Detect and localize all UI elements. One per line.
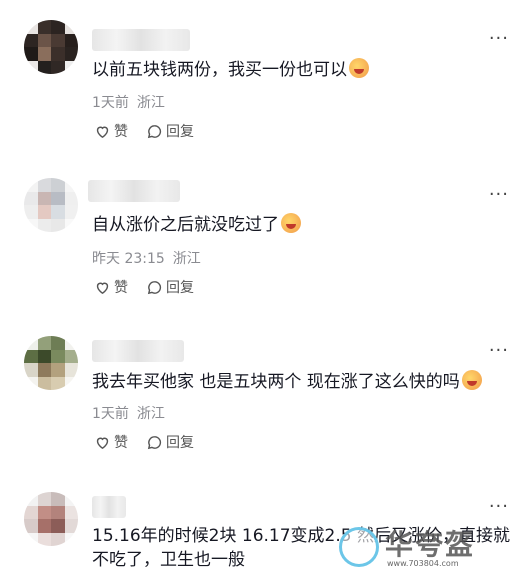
- more-options-icon[interactable]: ···: [489, 342, 509, 360]
- comment-meta: 昨天 23:15 浙江: [92, 248, 209, 268]
- avatar[interactable]: [24, 492, 78, 546]
- comment-text: 自从涨价之后就没吃过了: [92, 213, 422, 237]
- like-label: 赞: [114, 124, 128, 140]
- speech-bubble-icon: [147, 124, 162, 138]
- comment-text: 我去年买他家 也是五块两个 现在涨了这么快的吗: [92, 370, 512, 394]
- comment-location: 浙江: [136, 95, 165, 111]
- heart-icon: [96, 437, 109, 449]
- like-button[interactable]: 赞: [94, 277, 128, 297]
- like-label: 赞: [114, 280, 128, 296]
- avatar[interactable]: [24, 336, 78, 390]
- comment-meta: 1天前 浙江: [92, 403, 173, 423]
- more-options-icon[interactable]: ···: [489, 498, 509, 516]
- reply-label: 回复: [166, 280, 194, 296]
- sobbing-face-emoji-icon: [461, 370, 482, 390]
- more-options-icon[interactable]: ···: [489, 30, 509, 48]
- crying-laughing-emoji-icon: [349, 58, 369, 78]
- more-options-icon[interactable]: ···: [489, 186, 509, 204]
- comment-location: 浙江: [172, 251, 201, 267]
- comment-location: 浙江: [136, 406, 165, 422]
- comment-meta: 1天前 浙江: [92, 92, 173, 112]
- watermark-url: www.703804.com: [387, 559, 459, 568]
- username-blurred[interactable]: [92, 29, 190, 51]
- heart-icon: [96, 282, 109, 294]
- reply-button[interactable]: 回复: [146, 432, 194, 452]
- comment-actions: 赞 回复: [94, 277, 194, 297]
- site-watermark: 华夸盔 www.703804.com: [339, 523, 509, 575]
- username-blurred[interactable]: [92, 496, 126, 518]
- reply-label: 回复: [166, 124, 194, 140]
- comment-text: 以前五块钱两份，我买一份也可以: [92, 58, 422, 82]
- comment-actions: 赞 回复: [94, 432, 194, 452]
- like-label: 赞: [114, 435, 128, 451]
- comment-time: 1天前: [92, 406, 129, 422]
- reply-button[interactable]: 回复: [146, 277, 194, 297]
- username-blurred[interactable]: [92, 340, 184, 362]
- like-button[interactable]: 赞: [94, 432, 128, 452]
- speech-bubble-icon: [147, 280, 162, 294]
- reply-button[interactable]: 回复: [146, 121, 194, 141]
- crying-laughing-emoji-icon: [281, 213, 301, 233]
- speech-bubble-icon: [147, 435, 162, 449]
- reply-label: 回复: [166, 435, 194, 451]
- avatar[interactable]: [24, 178, 78, 232]
- heart-icon: [96, 126, 109, 138]
- like-button[interactable]: 赞: [94, 121, 128, 141]
- comment-actions: 赞 回复: [94, 121, 194, 141]
- comment-time: 昨天 23:15: [92, 251, 165, 267]
- username-blurred[interactable]: [88, 180, 180, 202]
- watermark-text: 华夸盔: [385, 528, 476, 561]
- avatar[interactable]: [24, 20, 78, 74]
- comment-time: 1天前: [92, 95, 129, 111]
- watermark-logo-icon: [339, 527, 379, 567]
